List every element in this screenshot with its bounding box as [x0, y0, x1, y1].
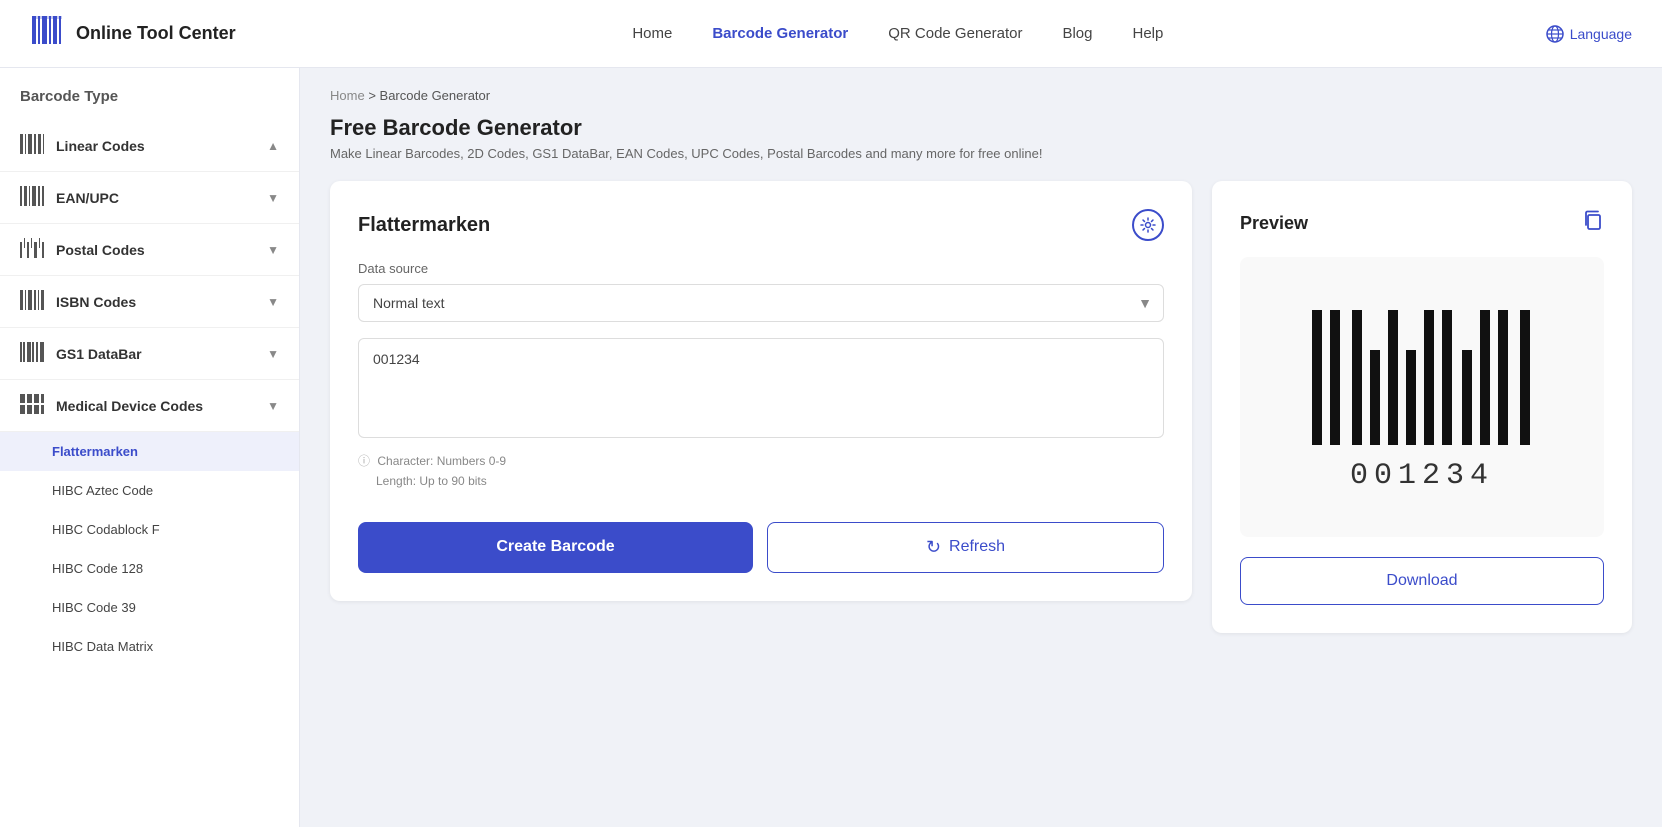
sidebar-group-ean-upc-header[interactable]: EAN/UPC ▼ — [0, 172, 299, 223]
sidebar-group-gs1-databar-header[interactable]: GS1 DataBar ▼ — [0, 328, 299, 379]
sidebar-group-gs1-databar: GS1 DataBar ▼ — [0, 328, 299, 380]
download-button[interactable]: Download — [1240, 557, 1604, 605]
isbn-codes-icon — [20, 290, 44, 313]
ean-upc-chevron: ▼ — [267, 191, 279, 205]
postal-codes-label: Postal Codes — [56, 242, 145, 258]
create-barcode-button[interactable]: Create Barcode — [358, 522, 753, 573]
copy-icon[interactable] — [1582, 209, 1604, 237]
preview-title: Preview — [1240, 213, 1308, 234]
breadcrumb-separator: > — [368, 88, 379, 103]
sidebar-item-hibc-aztec-code[interactable]: HIBC Aztec Code — [0, 471, 299, 510]
nav-blog[interactable]: Blog — [1062, 25, 1092, 42]
nav-barcode-generator[interactable]: Barcode Generator — [712, 25, 848, 42]
hint-length: Length: Up to 90 bits — [358, 471, 1164, 491]
barcode-display: 001234 — [1302, 310, 1542, 485]
header: Online Tool Center Home Barcode Generato… — [0, 0, 1662, 68]
sidebar-group-postal-codes: Postal Codes ▼ — [0, 224, 299, 276]
generator-card-title: Flattermarken — [358, 214, 490, 237]
isbn-codes-chevron: ▼ — [267, 295, 279, 309]
logo-area: Online Tool Center — [30, 12, 250, 55]
sidebar-group-medical-device-codes: Medical Device Codes ▼ — [0, 380, 299, 432]
logo-icon — [30, 12, 66, 55]
svg-text:001234: 001234 — [1350, 459, 1494, 485]
breadcrumb-current: Barcode Generator — [380, 88, 491, 103]
nav-qr-code-generator[interactable]: QR Code Generator — [888, 25, 1022, 42]
logo-text: Online Tool Center — [76, 23, 236, 44]
linear-codes-chevron: ▲ — [267, 139, 279, 153]
gs1-databar-chevron: ▼ — [267, 347, 279, 361]
sidebar-group-postal-codes-header[interactable]: Postal Codes ▼ — [0, 224, 299, 275]
sidebar-group-isbn-codes: ISBN Codes ▼ — [0, 276, 299, 328]
page-subtitle: Make Linear Barcodes, 2D Codes, GS1 Data… — [330, 146, 1632, 161]
sidebar-group-linear-codes: Linear Codes ▲ — [0, 120, 299, 172]
sidebar-title: Barcode Type — [0, 88, 299, 120]
language-label: Language — [1570, 26, 1632, 42]
sidebar-item-hibc-code-128[interactable]: HIBC Code 128 — [0, 549, 299, 588]
ean-upc-icon — [20, 186, 44, 209]
preview-card: Preview — [1212, 181, 1632, 633]
isbn-codes-label: ISBN Codes — [56, 294, 136, 310]
data-source-select[interactable]: Normal text Hexadecimal Base64 — [358, 284, 1164, 322]
info-icon: ⓘ — [358, 454, 370, 468]
nav-home[interactable]: Home — [632, 25, 672, 42]
barcode-area: 001234 — [1240, 257, 1604, 537]
sidebar: Barcode Type Linear Codes ▲ — [0, 68, 300, 827]
breadcrumb-home[interactable]: Home — [330, 88, 365, 103]
gs1-databar-icon — [20, 342, 44, 365]
sidebar-item-hibc-code-39[interactable]: HIBC Code 39 — [0, 588, 299, 627]
postal-codes-icon — [20, 238, 44, 261]
hint-char: ⓘ Character: Numbers 0-9 — [358, 451, 1164, 471]
data-source-select-wrapper: Normal text Hexadecimal Base64 ▼ — [358, 284, 1164, 322]
medical-device-codes-chevron: ▼ — [267, 399, 279, 413]
data-source-label: Data source — [358, 261, 1164, 276]
medical-device-codes-label: Medical Device Codes — [56, 398, 203, 414]
linear-codes-icon — [20, 134, 44, 157]
postal-codes-chevron: ▼ — [267, 243, 279, 257]
breadcrumb: Home > Barcode Generator — [330, 88, 1632, 103]
language-button[interactable]: Language — [1546, 25, 1632, 43]
barcode-svg: 001234 — [1302, 310, 1542, 485]
settings-icon[interactable] — [1132, 209, 1164, 241]
main-content: Home > Barcode Generator Free Barcode Ge… — [300, 68, 1662, 827]
nav-help[interactable]: Help — [1133, 25, 1164, 42]
linear-codes-label: Linear Codes — [56, 138, 145, 154]
button-row: Create Barcode ↻ Refresh — [358, 522, 1164, 573]
refresh-icon: ↻ — [926, 537, 941, 558]
cards-row: Flattermarken Data source Normal text He… — [330, 181, 1632, 633]
ean-upc-label: EAN/UPC — [56, 190, 119, 206]
generator-card: Flattermarken Data source Normal text He… — [330, 181, 1192, 601]
page-title: Free Barcode Generator — [330, 115, 1632, 141]
sidebar-group-isbn-codes-header[interactable]: ISBN Codes ▼ — [0, 276, 299, 327]
sidebar-group-ean-upc: EAN/UPC ▼ — [0, 172, 299, 224]
refresh-button[interactable]: ↻ Refresh — [767, 522, 1164, 573]
sidebar-item-hibc-data-matrix[interactable]: HIBC Data Matrix — [0, 627, 299, 666]
sidebar-group-medical-device-codes-header[interactable]: Medical Device Codes ▼ — [0, 380, 299, 431]
medical-device-codes-icon — [20, 394, 44, 417]
barcode-input[interactable]: 001234 — [358, 338, 1164, 438]
sidebar-item-flattermarken[interactable]: Flattermarken — [0, 432, 299, 471]
hint-area: ⓘ Character: Numbers 0-9 Length: Up to 9… — [358, 451, 1164, 492]
gs1-databar-label: GS1 DataBar — [56, 346, 142, 362]
sidebar-item-hibc-codablock-f[interactable]: HIBC Codablock F — [0, 510, 299, 549]
layout: Barcode Type Linear Codes ▲ — [0, 68, 1662, 827]
sidebar-group-linear-codes-header[interactable]: Linear Codes ▲ — [0, 120, 299, 171]
main-nav: Home Barcode Generator QR Code Generator… — [250, 25, 1546, 42]
